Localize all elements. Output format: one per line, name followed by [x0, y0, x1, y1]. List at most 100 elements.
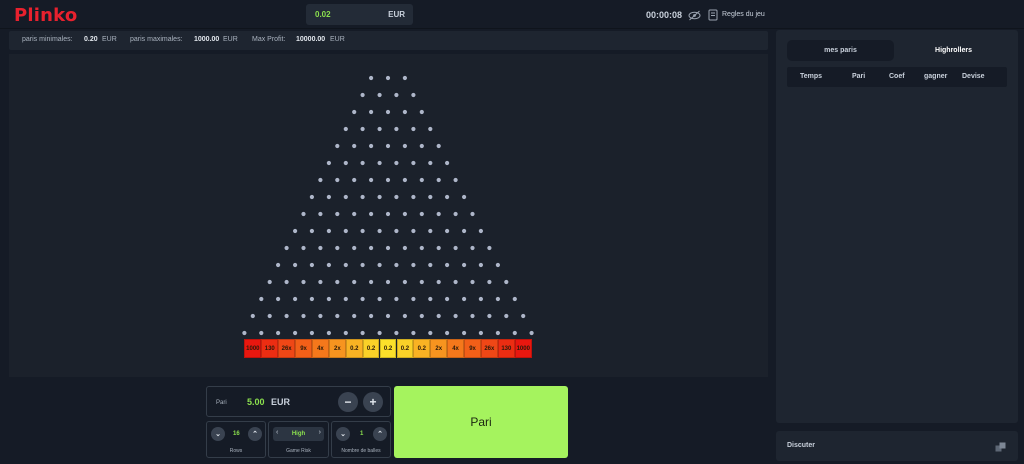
peg — [402, 313, 407, 319]
peg — [445, 228, 450, 234]
tab-highrollers[interactable]: Highrollers — [900, 40, 1007, 61]
peg — [385, 75, 391, 81]
peg — [419, 279, 424, 285]
peg — [470, 211, 475, 217]
multiplier-slot: 4x — [312, 339, 329, 358]
peg — [445, 296, 450, 302]
peg — [343, 262, 348, 268]
peg — [360, 228, 365, 234]
balls-stepper: ⌄ 1 ⌃ Nombre de balles — [331, 421, 391, 458]
decrease-bet-button[interactable]: − — [338, 392, 358, 412]
bet-amount-input[interactable]: 5.00 — [247, 397, 265, 407]
balance-amount: 0.02 — [315, 10, 331, 19]
peg — [377, 126, 382, 132]
place-bet-button[interactable]: Pari — [394, 386, 568, 458]
peg — [309, 330, 314, 336]
risk-next-chevron-icon[interactable]: › — [319, 429, 321, 436]
peg — [301, 279, 306, 285]
rows-increase-button[interactable]: ⌃ — [248, 427, 262, 441]
peg — [402, 279, 407, 285]
peg — [293, 262, 298, 268]
peg — [428, 296, 433, 302]
peg — [309, 296, 314, 302]
peg — [360, 330, 365, 336]
peg — [369, 109, 374, 115]
balls-increase-button[interactable]: ⌃ — [373, 427, 387, 441]
peg — [402, 245, 407, 251]
balls-value: 1 — [360, 431, 364, 437]
tab-my-bets[interactable]: mes paris — [787, 40, 894, 61]
peg — [428, 160, 433, 166]
peg — [326, 160, 331, 166]
col-coef: Coef — [889, 73, 905, 80]
col-currency: Devise — [962, 73, 985, 80]
peg — [462, 262, 467, 268]
balls-caption: Nombre de balles — [341, 448, 381, 454]
peg — [411, 228, 416, 234]
risk-value: High — [291, 431, 306, 437]
peg — [343, 228, 348, 234]
peg — [360, 194, 365, 200]
peg — [462, 330, 467, 336]
peg — [428, 194, 433, 200]
peg — [343, 126, 348, 132]
peg — [385, 177, 391, 183]
peg — [495, 330, 500, 336]
peg — [478, 296, 483, 302]
peg — [259, 296, 264, 302]
peg — [394, 330, 399, 336]
peg — [419, 143, 424, 149]
peg — [428, 126, 433, 132]
session-timer: 00:00:08 — [646, 10, 683, 20]
max-profit-value: 10000.00 — [296, 36, 326, 43]
peg — [385, 211, 391, 217]
peg — [267, 279, 272, 285]
peg — [301, 245, 306, 251]
bets-table-header: Temps Pari Coef gagner Devise — [787, 67, 1007, 87]
peg — [428, 330, 433, 336]
multiplier-slot: 130 — [261, 339, 279, 358]
multiplier-slot: 2x — [328, 339, 346, 358]
peg — [436, 177, 441, 183]
peg — [352, 245, 357, 251]
peg — [445, 262, 450, 268]
max-bet-label: paris maximales: — [130, 36, 183, 43]
increase-bet-button[interactable]: + — [363, 392, 383, 412]
peg — [419, 245, 424, 251]
peg — [352, 211, 357, 217]
col-bet: Pari — [852, 73, 866, 80]
risk-selector: ‹ High › Game Risk — [268, 421, 329, 458]
peg — [360, 126, 365, 132]
risk-select[interactable]: ‹ High › — [273, 427, 324, 441]
peg — [259, 330, 264, 336]
max-profit-label: Max Profit: — [252, 36, 286, 43]
peg — [369, 143, 374, 149]
chat-bar[interactable]: Discuter — [776, 431, 1018, 461]
peg — [402, 143, 407, 149]
multiplier-slot: 0.2 — [362, 339, 380, 358]
peg — [326, 228, 331, 234]
peg — [445, 160, 450, 166]
peg — [419, 313, 424, 319]
peg — [267, 313, 272, 319]
rules-link[interactable]: Regles du jeu — [722, 11, 765, 18]
peg — [276, 296, 281, 302]
rows-decrease-button[interactable]: ⌄ — [211, 427, 225, 441]
peg — [377, 296, 382, 302]
balls-decrease-button[interactable]: ⌄ — [336, 427, 350, 441]
peg — [326, 330, 331, 336]
peg — [512, 330, 517, 336]
multiplier-slot: 130 — [497, 339, 515, 358]
peg — [478, 330, 483, 336]
peg — [335, 143, 340, 149]
rules-book-icon[interactable] — [708, 8, 718, 26]
peg — [462, 194, 467, 200]
chat-icon[interactable] — [995, 440, 1006, 458]
hide-eye-icon[interactable] — [688, 8, 701, 26]
peg — [470, 245, 475, 251]
peg — [284, 245, 289, 251]
peg — [453, 177, 458, 183]
peg — [453, 211, 458, 217]
peg — [394, 228, 399, 234]
peg — [352, 143, 357, 149]
